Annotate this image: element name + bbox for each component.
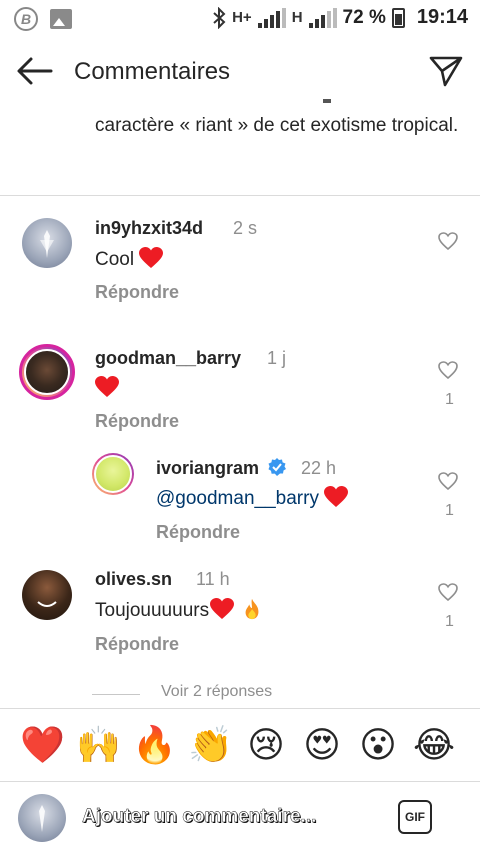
comment-item: olives.sn 11 h Toujouuuuurs Répondre 1 bbox=[0, 558, 480, 668]
red-heart-icon bbox=[324, 486, 349, 507]
red-heart-icon bbox=[139, 247, 164, 268]
gif-button[interactable]: GIF bbox=[398, 800, 432, 834]
avatar[interactable] bbox=[92, 453, 134, 495]
heart-outline-icon[interactable] bbox=[438, 232, 458, 250]
reply-button[interactable]: Répondre bbox=[156, 522, 240, 543]
red-heart-icon bbox=[95, 376, 119, 397]
avatar[interactable] bbox=[22, 570, 72, 620]
comment-username[interactable]: in9yhzxit34d bbox=[95, 218, 203, 239]
emoji-clapping[interactable]: 👏 bbox=[188, 723, 233, 767]
emoji-crying[interactable]: 😢 bbox=[244, 723, 288, 767]
arrow-left-icon[interactable] bbox=[16, 56, 54, 86]
b-app-icon: B bbox=[14, 7, 38, 31]
view-replies-line bbox=[92, 694, 140, 695]
verified-badge-icon bbox=[268, 458, 287, 476]
heart-outline-icon[interactable] bbox=[438, 583, 458, 601]
emoji-heart-eyes[interactable]: 😍 bbox=[300, 723, 344, 767]
heart-outline-icon[interactable] bbox=[438, 361, 458, 379]
like-count: 1 bbox=[445, 613, 454, 630]
view-replies-label: Voir 2 réponses bbox=[161, 683, 273, 700]
page-title: Commentaires bbox=[74, 58, 231, 85]
emoji-fire[interactable]: 🔥 bbox=[132, 723, 177, 767]
emoji-surprised[interactable]: 😮 bbox=[356, 723, 400, 767]
battery-percent: 72 % bbox=[342, 6, 386, 28]
signal-icon-1 bbox=[257, 7, 286, 28]
reply-item: ivoriangram 22 h @goodman__barry Répondr… bbox=[0, 446, 480, 556]
like-count: 1 bbox=[445, 502, 454, 519]
comment-time: 2 s bbox=[233, 218, 258, 238]
reply-button[interactable]: Répondre bbox=[95, 411, 179, 432]
emoji-raised-hands[interactable]: 🙌 bbox=[76, 723, 121, 767]
mention-link[interactable]: @goodman__barry bbox=[156, 488, 319, 509]
comment-text: @goodman__barry bbox=[156, 486, 349, 510]
heart-outline-icon[interactable] bbox=[438, 472, 458, 490]
battery-icon bbox=[391, 7, 405, 28]
comment-time: 1 j bbox=[267, 348, 287, 368]
avatar bbox=[18, 794, 66, 842]
comment-input[interactable]: Ajouter un commentaire... bbox=[82, 806, 317, 828]
clock: 19:14 bbox=[416, 6, 468, 28]
reply-button[interactable]: Répondre bbox=[95, 282, 179, 303]
bluetooth-icon bbox=[213, 6, 226, 29]
like-count: 1 bbox=[445, 391, 454, 408]
emoji-heart[interactable]: ❤️ bbox=[20, 723, 65, 767]
fire-icon bbox=[245, 598, 259, 620]
emoji-laughing[interactable]: 😂 bbox=[412, 723, 456, 767]
network-type-2: H bbox=[291, 9, 303, 26]
red-heart-icon bbox=[210, 598, 235, 619]
caption-cut-line bbox=[95, 93, 465, 103]
comment-text: Toujouuuuurs bbox=[95, 598, 264, 622]
reply-button[interactable]: Répondre bbox=[95, 634, 179, 655]
comment-username[interactable]: ivoriangram bbox=[156, 458, 287, 479]
comment-text: Cool bbox=[95, 247, 164, 271]
comment-input-bar: Ajouter un commentaire... GIF bbox=[0, 782, 480, 854]
gallery-icon bbox=[50, 9, 72, 29]
status-bar: B H+ H 72 % 19:14 bbox=[0, 0, 480, 38]
post-caption: caractère « riant » de cet exotisme trop… bbox=[95, 115, 459, 136]
comment-time: 22 h bbox=[301, 458, 337, 478]
network-type-1: H+ bbox=[232, 9, 252, 26]
comment-text bbox=[95, 376, 119, 400]
comment-username[interactable]: olives.sn bbox=[95, 569, 172, 590]
comment-item: goodman__barry 1 j Répondre 1 bbox=[0, 330, 480, 440]
avatar[interactable] bbox=[19, 344, 75, 400]
paper-plane-icon[interactable] bbox=[428, 54, 464, 88]
emoji-quick-bar: ❤️ 🙌 🔥 👏 😢 😍 😮 😂 bbox=[0, 708, 480, 782]
comment-username[interactable]: goodman__barry bbox=[95, 348, 241, 369]
comment-time: 11 h bbox=[196, 569, 230, 589]
comment-item: in9yhzxit34d 2 s Cool Répondre bbox=[0, 196, 480, 314]
avatar[interactable] bbox=[22, 218, 72, 268]
signal-icon-2 bbox=[308, 7, 337, 28]
